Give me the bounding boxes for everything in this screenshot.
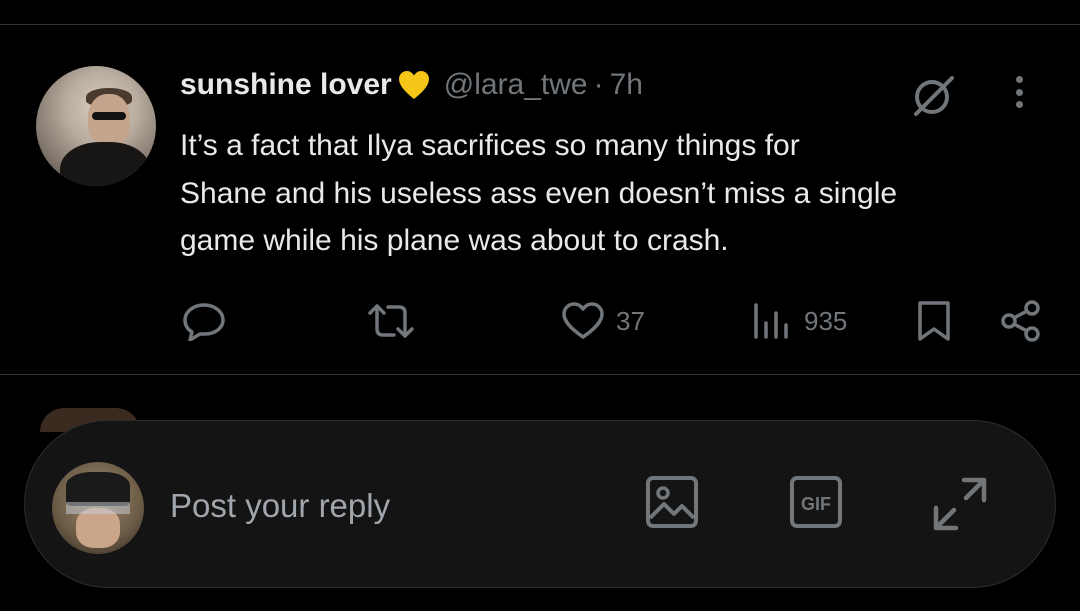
gif-icon: GIF <box>790 476 842 528</box>
user-avatar[interactable] <box>52 462 144 554</box>
post-header: sunshine lover @lara_twe · 7h <box>180 67 643 103</box>
gif-button[interactable]: GIF <box>788 474 844 535</box>
bookmark-icon <box>918 301 950 341</box>
author-handle[interactable]: @lara_twe <box>444 68 588 102</box>
reply-icon <box>183 303 225 341</box>
views-button[interactable]: 935 <box>750 296 847 346</box>
image-button[interactable] <box>644 474 700 535</box>
share-button[interactable] <box>998 296 1044 346</box>
reply-input[interactable]: Post your reply <box>170 484 390 528</box>
reply-button[interactable] <box>182 296 238 346</box>
more-options-icon[interactable] <box>1004 70 1034 114</box>
author-name[interactable]: sunshine lover <box>180 68 392 102</box>
like-heart-icon <box>562 302 604 339</box>
image-icon <box>646 476 698 528</box>
like-count: 37 <box>616 305 645 336</box>
author-avatar[interactable] <box>36 66 156 186</box>
like-button[interactable]: 37 <box>560 296 645 346</box>
share-icon <box>1001 300 1040 342</box>
post-divider <box>0 374 1080 375</box>
post-time[interactable]: 7h <box>610 68 643 102</box>
post[interactable]: sunshine lover @lara_twe · 7h It’s a fac… <box>0 26 1080 374</box>
post-actions: 37 935 <box>0 296 1080 346</box>
expand-icon <box>933 477 987 531</box>
view-count: 935 <box>804 305 848 336</box>
bookmark-button[interactable] <box>914 296 954 346</box>
top-divider <box>0 24 1080 25</box>
post-text: It’s a fact that Ilya sacrifices so many… <box>180 129 898 257</box>
repost-button[interactable] <box>366 296 426 346</box>
expand-button[interactable] <box>930 474 990 539</box>
separator-dot: · <box>593 68 604 101</box>
svg-text:GIF: GIF <box>801 494 831 514</box>
repost-icon <box>368 304 414 338</box>
views-bar-chart-icon <box>754 303 788 339</box>
grok-icon[interactable] <box>906 68 960 122</box>
yellow-heart-icon <box>398 70 430 100</box>
